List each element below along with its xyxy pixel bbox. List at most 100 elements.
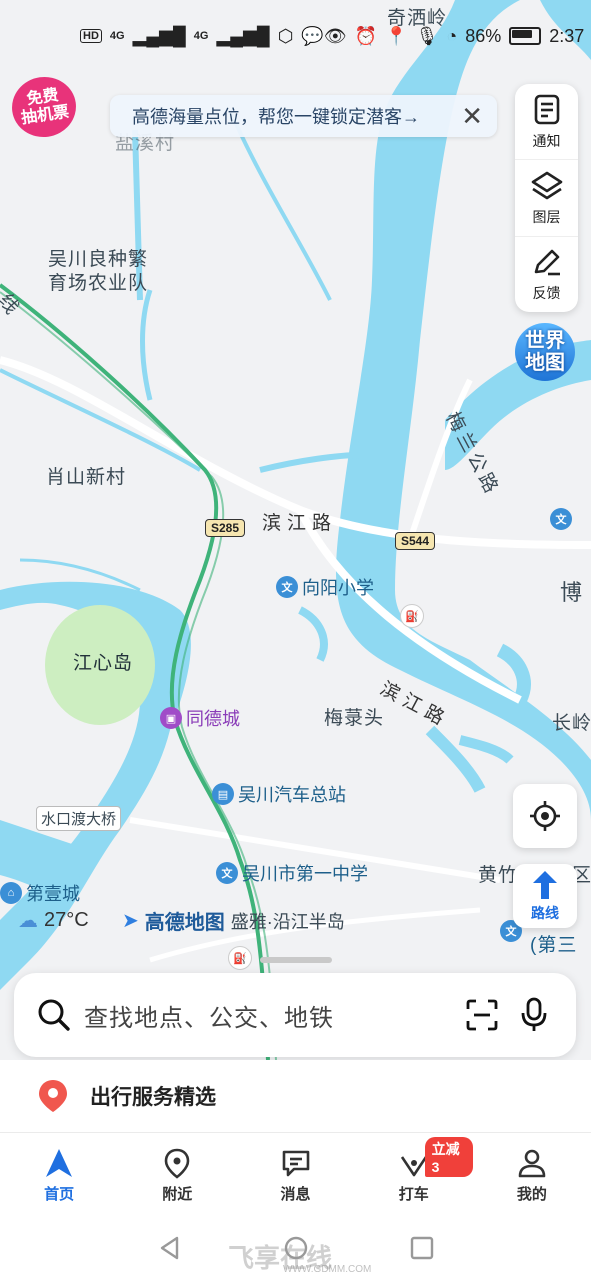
label-farm-2: 育场农业队 (48, 273, 149, 294)
tab-label: 首页 (44, 1185, 75, 1203)
mall-pin-icon: ▣ (160, 707, 182, 729)
tab-mine[interactable]: 我的 (473, 1133, 591, 1217)
net-label-1: 4G (109, 30, 125, 42)
school-pin-icon: 文 (276, 576, 298, 598)
vpn-icon: ⬡ (277, 25, 294, 46)
location-pin-icon (39, 1080, 67, 1112)
mic-icon: 🎙 (415, 25, 439, 46)
poi-tongde-city[interactable]: ▣ 同德城 (160, 705, 240, 731)
watermark-url: WWW.GDMM.COM (283, 1264, 372, 1275)
culture-pin-icon: 文 (550, 508, 572, 530)
close-icon[interactable]: ✕ (461, 103, 483, 129)
locate-button[interactable] (513, 784, 577, 848)
amap-logo: ➤ 高德地图 盛雅·沿江半岛 (122, 906, 345, 935)
feedback-label: 反馈 (532, 285, 561, 302)
navigation-arrow-icon (46, 1148, 73, 1177)
scan-icon (466, 999, 498, 1031)
world-map-line-2: 地图 (525, 352, 565, 374)
world-map-line-1: 世界 (525, 330, 565, 352)
rain-cloud-icon: ☁ (18, 910, 38, 932)
tab-messages[interactable]: 消息 (236, 1133, 354, 1217)
bus-pin-icon: ▤ (212, 783, 234, 805)
fuel-station-icon: ⛽ (400, 604, 424, 628)
poi-diyicheng[interactable]: ⌂ 第壹城 (0, 880, 80, 906)
map-canvas[interactable]: 奇洒岭 盐溪村 吴川良种繁 育场农业队 线 肖山新村 滨江路 S285 S544… (0, 0, 591, 1060)
tab-label: 打车 (398, 1185, 429, 1203)
poi-label: 吴川汽车总站 (238, 785, 346, 805)
navigation-arrow-icon: ➤ (122, 910, 139, 932)
label-third: (第三 (530, 935, 578, 956)
label-farm-1: 吴川良种繁 (48, 249, 149, 270)
label-huangzhu: 黄竹 (478, 865, 519, 886)
poi-culture-right[interactable]: 文 (550, 508, 572, 530)
label-xiaoshan: 肖山新村 (46, 467, 127, 488)
temperature: 27°C (44, 909, 89, 931)
crosshair-icon (530, 801, 560, 831)
poi-label: 同德城 (186, 709, 240, 729)
drag-handle[interactable] (260, 957, 332, 963)
notice-label: 通知 (532, 132, 561, 149)
tab-label: 我的 (516, 1185, 547, 1203)
poi-fuel-station[interactable]: ⛽ (400, 604, 424, 628)
tab-label: 附近 (162, 1185, 193, 1203)
poi-fuel-station-2[interactable]: ⛽ (228, 946, 252, 970)
layers-button[interactable]: 图层 (515, 159, 578, 235)
layers-label: 图层 (532, 208, 561, 225)
fuel-station-icon: ⛽ (228, 946, 252, 970)
travel-services-row[interactable]: 出行服务精选 (0, 1060, 591, 1132)
recents-icon[interactable] (409, 1235, 435, 1261)
discount-badge: 立减3 (424, 1137, 473, 1177)
map-pin-icon (164, 1148, 190, 1179)
clock: 2:37 (549, 25, 585, 46)
eye-icon: 👁 (323, 25, 347, 46)
label-meilutou: 梅菉头 (324, 708, 385, 729)
back-icon[interactable] (157, 1235, 183, 1261)
microphone-icon (521, 997, 547, 1031)
shield-s285: S285 (205, 519, 246, 537)
bottom-tab-bar: 首页 附近 消息 立减3 打车 我的 (0, 1132, 591, 1217)
battery-icon (509, 27, 542, 45)
promo-banner[interactable]: 高德海量点位，帮您一键锁定潜客→ ✕ (110, 95, 497, 137)
scan-button[interactable] (462, 995, 502, 1035)
speed-icon: ◔ (446, 25, 458, 46)
route-button[interactable]: 路线 (513, 864, 577, 928)
label-shuikou-bridge: 水口渡大桥 (36, 806, 122, 831)
message-icon (282, 1150, 309, 1176)
logo-text: 高德地图 (144, 912, 225, 934)
signal-icon: ▂▄▆█ (216, 25, 270, 46)
tab-label: 消息 (280, 1185, 311, 1203)
poi-xiangyang-school[interactable]: 文 向阳小学 (276, 574, 374, 600)
map-toolbar: 通知 图层 反馈 (515, 84, 578, 312)
feedback-button[interactable]: 反馈 (515, 235, 578, 312)
poi-label: 第壹城 (26, 884, 80, 904)
shield-s544: S544 (395, 532, 436, 550)
hd-tag: HD (80, 29, 102, 43)
tab-nearby[interactable]: 附近 (118, 1133, 236, 1217)
net-label-2: 4G (193, 30, 209, 42)
search-input[interactable]: 查找地点、公交、地铁 (84, 998, 450, 1033)
tab-home[interactable]: 首页 (0, 1133, 118, 1217)
label-bo: 博 (560, 580, 584, 605)
pencil-icon (534, 250, 560, 276)
location-icon: 📍 (385, 25, 408, 46)
route-label: 路线 (531, 905, 559, 921)
label-jiangxin-island: 江心岛 (73, 653, 134, 674)
label-binjiang-road: 滨江路 (262, 513, 338, 534)
search-bar[interactable]: 查找地点、公交、地铁 (14, 973, 576, 1057)
search-icon (38, 999, 70, 1031)
alarm-icon: ⏰ (354, 25, 378, 46)
voice-search-button[interactable] (514, 995, 554, 1035)
layers-icon (531, 171, 562, 200)
world-map-button[interactable]: 世界 地图 (515, 323, 575, 381)
banner-text: 高德海量点位，帮您一键锁定潜客→ (132, 107, 420, 127)
status-right: 👁 ⏰ 📍 🎙 ◔ 86% 2:37 (324, 26, 585, 47)
poi-bus-station[interactable]: ▤ 吴川汽车总站 (212, 781, 346, 807)
status-left: HD 4G ▂▄▆█ 4G ▂▄▆█ ⬡ 💬 (80, 26, 324, 47)
status-bar: HD 4G ▂▄▆█ 4G ▂▄▆█ ⬡ 💬 👁 ⏰ 📍 🎙 ◔ 86% 2:3… (0, 0, 591, 72)
notice-button[interactable]: 通知 (515, 84, 578, 159)
poi-label: 向阳小学 (302, 578, 374, 598)
weather-widget[interactable]: ☁ 27°C (18, 908, 89, 933)
poi-first-middle-school[interactable]: 文 吴川市第一中学 (216, 860, 368, 886)
tab-taxi[interactable]: 立减3 打车 (355, 1133, 473, 1217)
route-arrow-icon (533, 871, 557, 899)
